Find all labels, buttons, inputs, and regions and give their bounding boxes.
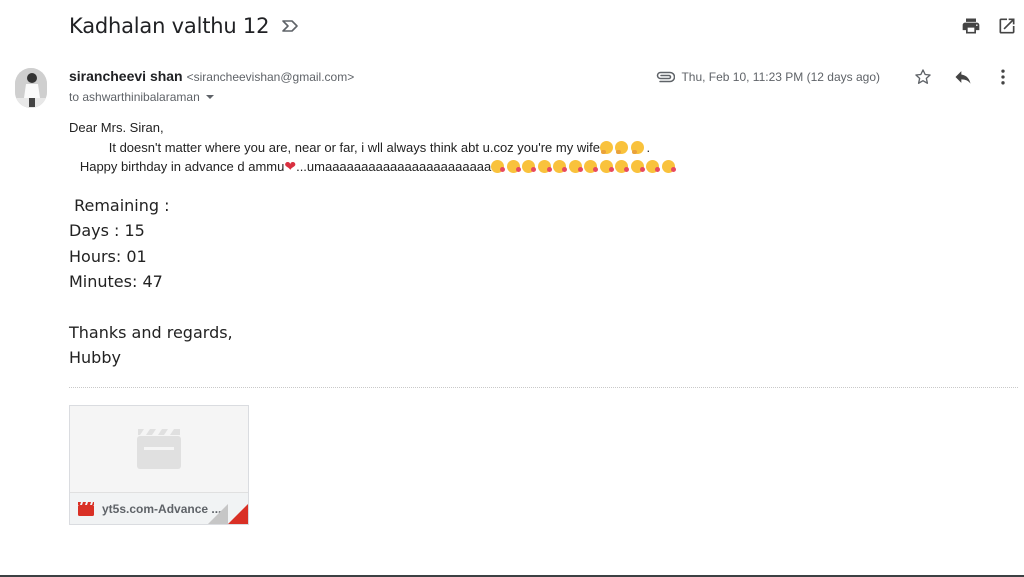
- video-placeholder-icon: [137, 429, 181, 469]
- attachments-divider: [69, 387, 1018, 388]
- kiss-emoji-icon: [646, 160, 661, 173]
- body-line-2: Happy birthday in advance d ammu❤...umaa…: [69, 157, 989, 177]
- email-subject: Kadhalan valthu 12: [69, 14, 270, 38]
- importance-marker-icon[interactable]: [281, 19, 299, 33]
- star-icon[interactable]: [912, 66, 934, 88]
- kiss-emoji-icon: [553, 160, 568, 173]
- sender-avatar[interactable]: [15, 68, 47, 108]
- sender-email: <sirancheevishan@gmail.com>: [186, 70, 355, 84]
- kiss-emoji-icon: [491, 160, 506, 173]
- message-meta: Thu, Feb 10, 11:23 PM (12 days ago): [655, 66, 1014, 88]
- body-line-2-text: Happy birthday in advance d ammu: [69, 159, 285, 174]
- kiss-emoji-icon: [630, 160, 645, 173]
- attachment-fold: [208, 504, 228, 524]
- open-in-new-window-icon[interactable]: [996, 15, 1018, 37]
- more-vert-icon[interactable]: [992, 66, 1014, 88]
- closing-line: Thanks and regards,: [69, 322, 233, 342]
- attachment-card[interactable]: yt5s.com-Advance ...: [69, 405, 249, 525]
- kiss-emoji-icon: [537, 160, 552, 173]
- attachment-name: yt5s.com-Advance ...: [102, 502, 222, 516]
- reply-icon[interactable]: [952, 66, 974, 88]
- video-file-icon: [78, 502, 94, 516]
- kiss-emoji-icon: [522, 160, 537, 173]
- sender-name[interactable]: sirancheevi shan: [69, 68, 183, 84]
- email-body: Dear Mrs. Siran, It doesn't matter where…: [69, 118, 989, 371]
- attachment-corner: [228, 504, 248, 524]
- chevron-down-icon[interactable]: [205, 95, 214, 99]
- days-remaining: Days : 15: [69, 221, 145, 240]
- remaining-label: Remaining :: [69, 195, 170, 215]
- hours-remaining: Hours: 01: [69, 246, 147, 266]
- hugging-face-emoji-icon: [599, 140, 613, 154]
- print-icon[interactable]: [960, 15, 982, 37]
- kiss-emoji-icon: [584, 160, 599, 173]
- subject-row: Kadhalan valthu 12: [69, 10, 299, 42]
- kiss-emoji-icon: [661, 160, 676, 173]
- kiss-emoji-icon: [615, 160, 630, 173]
- hugging-face-emoji-icon: [630, 140, 644, 154]
- top-actions: [960, 15, 1018, 37]
- body-line-2-tail: ...umaaaaaaaaaaaaaaaaaaaaaaa: [296, 159, 492, 174]
- sender-line: sirancheevi shan <sirancheevishan@gmail.…: [69, 68, 354, 84]
- heart-emoji-icon: ❤: [284, 158, 297, 174]
- body-line-1-text: It doesn't matter where you are, near or…: [69, 139, 600, 155]
- kiss-emoji-icon: [506, 160, 521, 173]
- kiss-emoji-icon: [568, 160, 583, 173]
- body-line-1: It doesn't matter where you are, near or…: [69, 138, 989, 158]
- paperclip-icon: [655, 71, 676, 83]
- message-date: Thu, Feb 10, 11:23 PM (12 days ago): [681, 70, 880, 84]
- minutes-remaining: Minutes: 47: [69, 272, 163, 291]
- recipients-line[interactable]: to ashwarthinibalaraman: [69, 90, 214, 104]
- attachment-preview: [70, 406, 248, 492]
- signature: Hubby: [69, 348, 121, 367]
- greeting: Dear Mrs. Siran,: [69, 120, 164, 135]
- hugging-face-emoji-icon: [615, 140, 629, 154]
- body-line-1-tail: .: [646, 139, 651, 155]
- kiss-emoji-icon: [599, 160, 614, 173]
- recipients-text: to ashwarthinibalaraman: [69, 90, 200, 104]
